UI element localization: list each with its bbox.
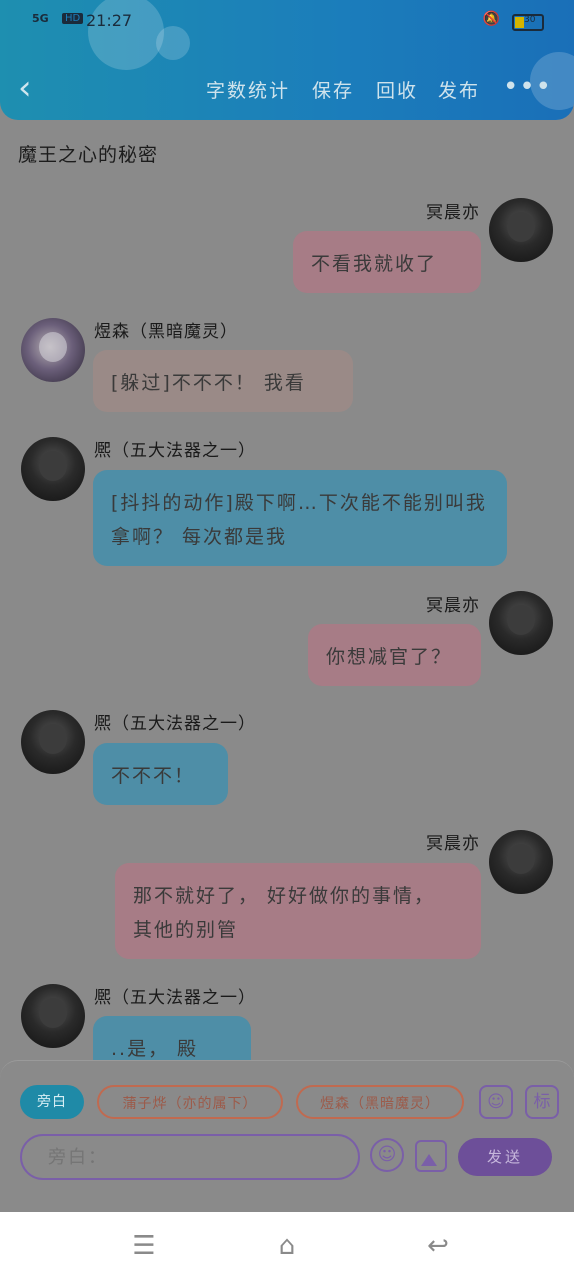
avatar[interactable] bbox=[489, 591, 553, 655]
narration-input[interactable] bbox=[20, 1134, 360, 1180]
speaker-name: 熈（五大法器之一） bbox=[94, 441, 256, 461]
menu-publish[interactable]: 发布 bbox=[438, 76, 480, 103]
speaker-name: 冥晨亦 bbox=[426, 834, 480, 854]
speaker-name: 冥晨亦 bbox=[426, 596, 480, 616]
message-bubble[interactable]: 不看我就收了 bbox=[293, 231, 481, 293]
role-chip[interactable]: 蒲子烨（亦的属下） bbox=[97, 1085, 283, 1119]
hd-badge: HD bbox=[62, 13, 84, 24]
system-nav-bar: ☰ ⌂ ↩ bbox=[0, 1212, 574, 1280]
avatar[interactable] bbox=[21, 437, 85, 501]
message-bubble[interactable]: 你想减官了？ bbox=[308, 624, 481, 686]
message-bubble[interactable]: 不不不！ bbox=[93, 743, 228, 805]
avatar[interactable] bbox=[21, 318, 85, 382]
speaker-name: 熈（五大法器之一） bbox=[94, 988, 256, 1008]
status-bar: 5G HD 21:27 🔕 30 bbox=[32, 10, 544, 32]
story-title: 魔王之心的秘密 bbox=[18, 144, 159, 166]
avatar[interactable] bbox=[489, 198, 553, 262]
tag-button[interactable]: 标 bbox=[525, 1085, 559, 1119]
top-header: 5G HD 21:27 🔕 30 ‹ 字数统计 保存 回收 发布 ••• bbox=[0, 0, 574, 120]
home-icon[interactable]: ⌂ bbox=[267, 1230, 307, 1262]
more-dots-icon[interactable]: ••• bbox=[503, 72, 552, 102]
speaker-name: 熈（五大法器之一） bbox=[94, 714, 256, 734]
role-chip[interactable]: 煜森（黑暗魔灵） bbox=[296, 1085, 464, 1119]
message-bubble[interactable]: [抖抖的动作]殿下啊…下次能不能别叫我拿啊？ 每次都是我 bbox=[93, 470, 507, 566]
avatar[interactable] bbox=[21, 984, 85, 1048]
message-bubble[interactable]: [躲过]不不不！ 我看 bbox=[93, 350, 353, 412]
emoji-icon[interactable]: ☺ bbox=[370, 1138, 404, 1172]
menu-icon[interactable]: ☰ bbox=[124, 1230, 164, 1262]
signal-label: 5G bbox=[32, 12, 49, 25]
avatar[interactable] bbox=[21, 710, 85, 774]
menu-recycle[interactable]: 回收 bbox=[376, 76, 418, 103]
battery-icon: 30 bbox=[512, 14, 544, 31]
message-bubble[interactable]: 那不就好了， 好好做你的事情， 其他的别管 bbox=[115, 863, 481, 959]
person-card-icon[interactable]: ☺ bbox=[479, 1085, 513, 1119]
send-button[interactable]: 发送 bbox=[458, 1138, 552, 1176]
menu-save[interactable]: 保存 bbox=[312, 76, 354, 103]
battery-level: 30 bbox=[524, 15, 536, 25]
mute-icon: 🔕 bbox=[482, 11, 500, 27]
chevron-left-icon[interactable]: ‹ bbox=[18, 70, 48, 106]
speaker-name: 冥晨亦 bbox=[426, 203, 480, 223]
speaker-name: 煜森（黑暗魔灵） bbox=[94, 322, 238, 342]
role-chip-narration[interactable]: 旁白 bbox=[20, 1085, 84, 1119]
image-icon[interactable] bbox=[415, 1140, 447, 1172]
clock: 21:27 bbox=[86, 11, 133, 30]
menu-word-count[interactable]: 字数统计 bbox=[206, 76, 290, 103]
back-icon[interactable]: ↩ bbox=[418, 1230, 458, 1262]
avatar[interactable] bbox=[489, 830, 553, 894]
